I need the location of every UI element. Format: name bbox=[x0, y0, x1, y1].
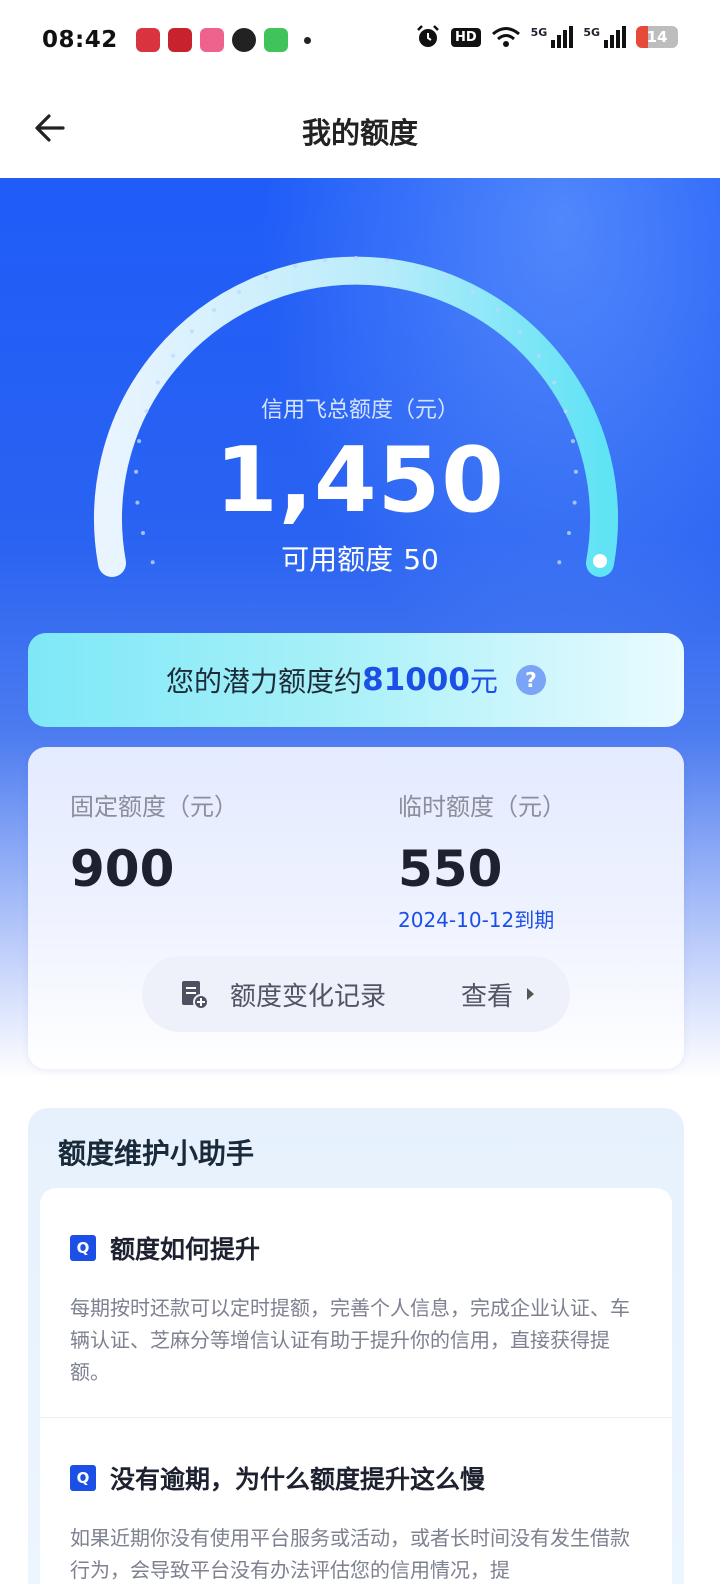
gauge-tick bbox=[443, 275, 448, 280]
hd-icon: HD bbox=[450, 27, 481, 47]
wechat-icon bbox=[231, 28, 256, 52]
faq-question-text: 没有逾期，为什么额度提升这么慢 bbox=[110, 1465, 486, 1494]
fixed-quota: 固定额度（元） 900 bbox=[70, 787, 238, 898]
fixed-quota-label: 固定额度（元） bbox=[70, 793, 238, 821]
signal-5g-icon-1: 5G bbox=[531, 26, 574, 48]
signal-5g-icon-2: 5G bbox=[583, 26, 626, 48]
help-icon[interactable]: ? bbox=[515, 665, 546, 695]
wifi-icon bbox=[491, 27, 520, 47]
faq-answer: 每期按时还款可以定时提额，完善个人信息，完成企业认证、车辆认证、芝麻分等增信认证… bbox=[70, 1296, 630, 1384]
signal-bar bbox=[551, 40, 556, 48]
faq-question: Q 没有逾期，为什么额度提升这么慢 bbox=[70, 1460, 642, 1496]
view-link[interactable]: 查看 bbox=[461, 976, 534, 1013]
signal-bar bbox=[569, 26, 574, 48]
gauge-tick bbox=[518, 329, 522, 334]
assistant-title: 额度维护小助手 bbox=[58, 1137, 255, 1170]
gauge-tick bbox=[155, 380, 160, 385]
battery-level: 14 bbox=[646, 28, 668, 46]
total-quota-label: 信用飞总额度（元） bbox=[260, 398, 459, 423]
gauge-tick bbox=[414, 264, 419, 269]
app-notification-icon bbox=[135, 28, 160, 52]
gauge-tick bbox=[171, 353, 176, 358]
gauge-tick bbox=[264, 275, 269, 280]
faq-answer: 如果近期你没有使用平台服务或活动，或者长时间没有发生借款行为，会导致平台没有办法… bbox=[70, 1526, 630, 1582]
signal-bar bbox=[563, 30, 568, 48]
signal-bar bbox=[610, 35, 614, 48]
signal-bar bbox=[557, 35, 562, 48]
faq-item[interactable]: Q 没有逾期，为什么额度提升这么慢 如果近期你没有使用平台服务或活动，或者长时间… bbox=[40, 1460, 672, 1584]
temp-quota: 临时额度（元） 550 2024-10-12到期 bbox=[398, 787, 566, 933]
battery-icon: 14 bbox=[636, 26, 678, 48]
gauge-tick bbox=[354, 256, 358, 260]
signal-5g-label-1: 5G bbox=[530, 26, 548, 39]
gauge-tick bbox=[536, 353, 541, 358]
faq-divider bbox=[40, 1417, 672, 1418]
gauge-tick bbox=[237, 289, 241, 294]
signal-bar bbox=[622, 26, 626, 48]
gauge-tick bbox=[552, 380, 557, 385]
potential-amount: 81000 bbox=[362, 662, 470, 698]
potential-unit: 元 bbox=[469, 665, 498, 698]
page-title: 我的额度 bbox=[301, 116, 418, 150]
available-quota-label: 可用额度 bbox=[281, 543, 394, 576]
temp-quota-expire: 2024-10-12到期 bbox=[398, 908, 555, 932]
gauge-tick bbox=[384, 258, 389, 263]
total-quota-value: 1,450 bbox=[215, 428, 505, 533]
temp-quota-value: 550 bbox=[398, 840, 503, 898]
more-notifications-icon bbox=[303, 36, 311, 44]
gauge-tick bbox=[495, 307, 500, 312]
quota-assistant: 额度维护小助手 Q 额度如何提升 每期按时还款可以定时提额，完善个人信息，完成企… bbox=[28, 1108, 684, 1584]
record-doc-icon bbox=[182, 981, 209, 1010]
quota-record-label: 额度变化记录 bbox=[230, 981, 387, 1012]
faq-question: Q 额度如何提升 bbox=[70, 1230, 642, 1266]
signal-5g-label-2: 5G bbox=[583, 26, 600, 39]
status-bar: 08:42 HD 5G 5G 14 bbox=[0, 0, 720, 80]
temp-quota-label: 临时额度（元） bbox=[398, 793, 566, 821]
notification-icons bbox=[135, 28, 311, 52]
gauge-tick bbox=[471, 289, 475, 294]
bilibili-icon bbox=[199, 28, 224, 52]
gauge-tick bbox=[293, 264, 298, 269]
question-badge-icon: Q bbox=[70, 1465, 96, 1491]
signal-bar bbox=[616, 30, 620, 48]
header: 我的额度 bbox=[0, 80, 720, 178]
available-quota: 可用额度 50 bbox=[0, 538, 720, 578]
gauge-tick bbox=[190, 329, 194, 334]
faq-question-text: 额度如何提升 bbox=[110, 1235, 261, 1264]
potential-quota-card: 您的潜力额度约 81000 元 ? bbox=[28, 633, 684, 727]
quota-card: 固定额度（元） 900 临时额度（元） 550 2024-10-12到期 额度变… bbox=[28, 747, 684, 1069]
message-icon bbox=[263, 28, 288, 52]
gauge-tick bbox=[323, 258, 328, 263]
view-label: 查看 bbox=[460, 981, 513, 1012]
caret-right-icon bbox=[527, 988, 534, 1000]
fixed-quota-value: 900 bbox=[70, 840, 175, 898]
bank-app-icon bbox=[167, 28, 192, 52]
gauge-tick bbox=[212, 307, 217, 312]
status-right: HD 5G 5G 14 bbox=[415, 24, 678, 50]
quota-record-button[interactable]: 额度变化记录 查看 bbox=[142, 956, 570, 1032]
potential-prefix: 您的潜力额度约 bbox=[166, 665, 363, 698]
alarm-icon bbox=[417, 25, 439, 47]
signal-bar bbox=[604, 40, 608, 48]
available-quota-value: 50 bbox=[403, 543, 439, 576]
faq-list: Q 额度如何提升 每期按时还款可以定时提额，完善个人信息，完成企业认证、车辆认证… bbox=[40, 1188, 672, 1584]
question-badge-icon: Q bbox=[70, 1235, 96, 1261]
status-time: 08:42 bbox=[42, 27, 118, 53]
faq-item[interactable]: Q 额度如何提升 每期按时还款可以定时提额，完善个人信息，完成企业认证、车辆认证… bbox=[40, 1230, 672, 1388]
